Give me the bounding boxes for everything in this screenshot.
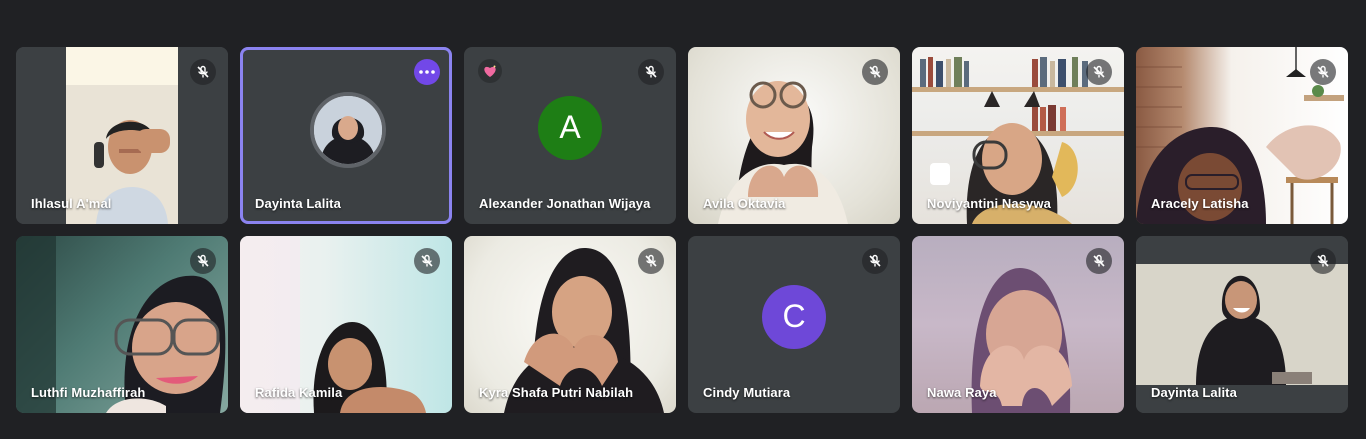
participant-tile[interactable]: C Cindy Mutiara	[688, 236, 900, 413]
participant-name: Avila Oktavia	[703, 196, 786, 211]
participant-name: Nawa Raya	[927, 385, 997, 400]
mic-off-icon	[862, 248, 888, 274]
participant-tile-active-speaker[interactable]: Dayinta Lalita	[240, 47, 452, 224]
mic-off-icon	[190, 248, 216, 274]
participant-name: Noviyantini Nasywa	[927, 196, 1051, 211]
participant-tile[interactable]: Kyra Shafa Putri Nabilah	[464, 236, 676, 413]
sparkling-heart-icon	[478, 59, 502, 83]
participant-name: Alexander Jonathan Wijaya	[479, 196, 651, 211]
participant-name: Dayinta Lalita	[1151, 385, 1237, 400]
more-options-icon[interactable]	[414, 59, 440, 85]
participant-name: Ihlasul A'mal	[31, 196, 112, 211]
mic-off-icon	[1310, 248, 1336, 274]
avatar	[310, 91, 386, 168]
participant-name: Aracely Latisha	[1151, 196, 1249, 211]
participant-tile[interactable]: Ihlasul A'mal	[16, 47, 228, 224]
participant-tile[interactable]: Rafida Kamila	[240, 236, 452, 413]
participant-name: Luthfi Muzhaffirah	[31, 385, 146, 400]
participant-tile[interactable]: Avila Oktavia	[688, 47, 900, 224]
participant-tile[interactable]: Noviyantini Nasywa	[912, 47, 1124, 224]
participant-name: Rafida Kamila	[255, 385, 343, 400]
participant-grid: Ihlasul A'mal Dayinta Lalita A Alexander…	[16, 47, 1348, 413]
mic-off-icon	[638, 59, 664, 85]
participant-tile[interactable]: A Alexander Jonathan Wijaya	[464, 47, 676, 224]
avatar: C	[762, 284, 826, 349]
participant-name: Dayinta Lalita	[255, 196, 341, 211]
participant-name: Kyra Shafa Putri Nabilah	[479, 385, 634, 400]
mic-off-icon	[1086, 59, 1112, 85]
mic-off-icon	[1310, 59, 1336, 85]
mic-off-icon	[190, 59, 216, 85]
participant-tile[interactable]: Luthfi Muzhaffirah	[16, 236, 228, 413]
mic-off-icon	[638, 248, 664, 274]
mic-off-icon	[414, 248, 440, 274]
participant-name: Cindy Mutiara	[703, 385, 791, 400]
participant-tile[interactable]: Nawa Raya	[912, 236, 1124, 413]
avatar: A	[538, 95, 602, 160]
mic-off-icon	[1086, 248, 1112, 274]
mic-off-icon	[862, 59, 888, 85]
participant-tile[interactable]: Aracely Latisha	[1136, 47, 1348, 224]
participant-tile[interactable]: Dayinta Lalita	[1136, 236, 1348, 413]
